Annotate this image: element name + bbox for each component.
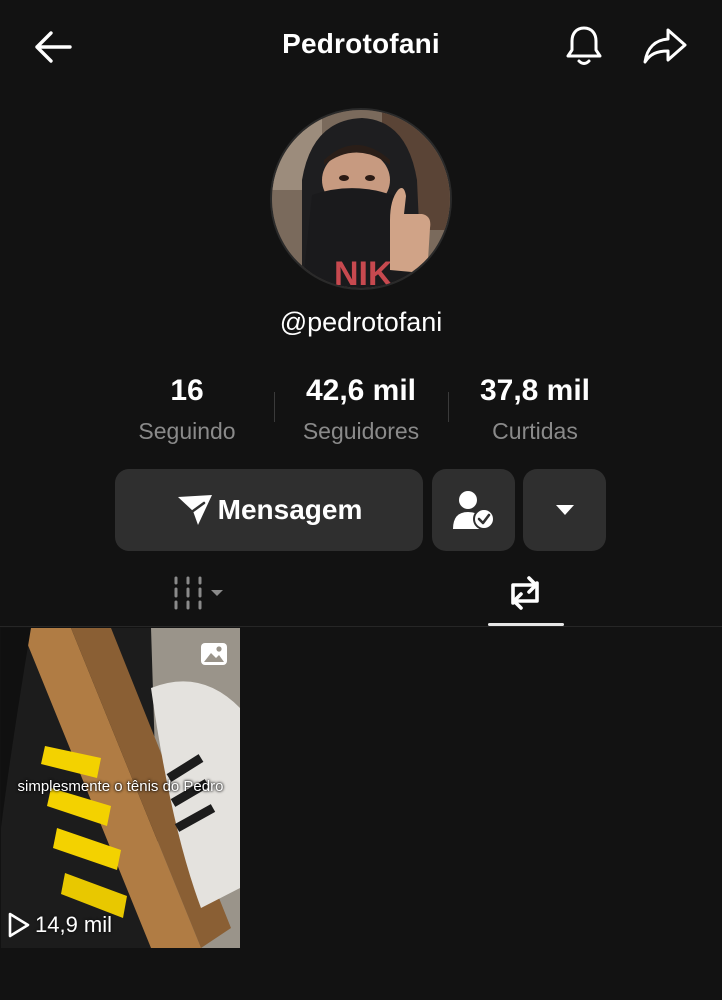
stat-value: 37,8 mil	[479, 374, 591, 407]
share-arrow-icon	[643, 28, 687, 64]
top-bar: Pedrotofani	[0, 0, 722, 92]
video-thumbnail[interactable]: simplesmente o tênis do Pedro 14,9 mil	[1, 628, 240, 948]
bell-icon	[566, 26, 602, 65]
stat-value: 42,6 mil	[305, 374, 417, 407]
message-button[interactable]: Mensagem	[115, 469, 423, 551]
avatar-photo: NIK	[272, 110, 450, 290]
tabs-divider	[0, 626, 722, 627]
stat-divider	[448, 392, 449, 422]
tab-videos-grid[interactable]	[140, 563, 260, 623]
more-options-button[interactable]	[523, 469, 606, 551]
stat-following[interactable]: 16 Seguindo	[102, 372, 272, 445]
stat-likes[interactable]: 37,8 mil Curtidas	[450, 372, 620, 445]
photo-icon	[201, 643, 227, 665]
page-title: Pedrotofani	[282, 28, 440, 59]
stat-followers[interactable]: 42,6 mil Seguidores	[276, 372, 446, 445]
svg-text:NIK: NIK	[334, 255, 393, 290]
profile-username: @pedrotofani	[279, 307, 443, 337]
play-icon	[7, 912, 31, 938]
user-check-icon	[452, 491, 495, 530]
send-icon	[177, 495, 212, 525]
notifications-button[interactable]	[560, 22, 608, 70]
stat-value: 16	[170, 374, 204, 407]
stat-label: Seguindo	[138, 418, 236, 444]
video-caption: simplesmente o tênis do Pedro	[17, 778, 224, 795]
avatar[interactable]: NIK	[270, 108, 452, 290]
grid-icon	[174, 576, 223, 610]
tab-reposts[interactable]	[465, 563, 585, 623]
message-button-label: Mensagem	[217, 494, 363, 525]
stat-label: Curtidas	[492, 418, 578, 444]
share-button[interactable]	[640, 22, 690, 70]
stat-divider	[274, 392, 275, 422]
video-view-count: 14,9 mil	[35, 912, 113, 937]
caret-down-icon	[555, 505, 574, 515]
video-views: 14,9 mil	[7, 912, 112, 938]
repost-icon	[511, 576, 539, 610]
following-status-button[interactable]	[432, 469, 515, 551]
stat-label: Seguidores	[302, 418, 420, 444]
